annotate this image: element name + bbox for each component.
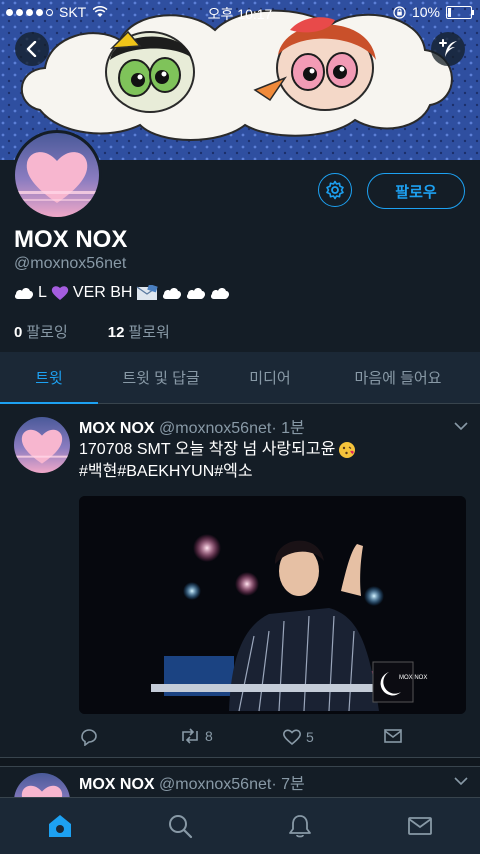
bottom-tab-bar xyxy=(0,797,480,854)
tweet-text-line1: 170708 SMT 오늘 착장 넘 사랑되고윤 xyxy=(79,441,336,458)
tweet-actions: 8 5 xyxy=(79,728,419,750)
cloud-emoji-icon xyxy=(211,288,230,299)
compose-tweet-button[interactable] xyxy=(431,32,465,66)
tweet-time: · 7분 xyxy=(271,776,305,793)
nav-messages[interactable] xyxy=(360,798,480,854)
search-icon xyxy=(169,815,193,839)
tab-tweets[interactable]: 트윗 xyxy=(0,352,98,404)
character-green xyxy=(105,30,195,113)
gear-icon xyxy=(326,180,344,200)
profile-bio: L VER BH xyxy=(14,284,230,302)
tweet-author-handle: @moxnox56net xyxy=(159,420,272,437)
nav-notifications[interactable] xyxy=(240,798,360,854)
followers-label: 팔로워 xyxy=(128,324,170,341)
tweet-media-image[interactable]: MOX NOX xyxy=(79,496,466,714)
tweet-text: 170708 SMT 오늘 착장 넘 사랑되고윤 #백현#BAEKHYUN#엑소 xyxy=(79,439,356,483)
retweet-count: 8 xyxy=(205,728,213,744)
follow-button[interactable]: 팔로우 xyxy=(367,173,465,209)
tweet-header: MOX NOX @moxnox56net· 7분 xyxy=(79,770,305,794)
nav-home[interactable] xyxy=(0,798,120,854)
media-watermark: MOX NOX xyxy=(399,675,427,681)
following-label: 팔로잉 xyxy=(26,324,68,341)
nav-search[interactable] xyxy=(120,798,240,854)
settings-button[interactable] xyxy=(318,173,352,207)
following-count: 0 xyxy=(14,324,23,341)
followers-link[interactable]: 12 팔로워 xyxy=(108,321,170,342)
cloud-emoji-icon xyxy=(187,288,206,299)
tweet-header: MOX NOX @moxnox56net· 1분 xyxy=(79,414,305,438)
status-right: 10% xyxy=(393,4,474,20)
like-count: 5 xyxy=(306,729,314,745)
retweet-button[interactable]: 8 xyxy=(179,728,213,744)
heart-icon xyxy=(283,729,301,746)
bio-text-l: L xyxy=(38,284,47,301)
following-link[interactable]: 0 팔로잉 xyxy=(14,321,68,342)
profile-avatar[interactable] xyxy=(12,130,102,220)
reply-icon xyxy=(81,729,97,746)
cloud-emoji-icon xyxy=(14,288,34,299)
tweet-author-name: MOX NOX xyxy=(79,776,155,793)
like-button[interactable]: 5 xyxy=(282,728,314,746)
profile-name: MOX NOX xyxy=(14,226,128,253)
heart-avatar-image xyxy=(15,133,99,217)
compose-feather-icon xyxy=(439,39,457,57)
tweet-author-name: MOX NOX xyxy=(79,420,155,437)
home-icon xyxy=(49,815,71,837)
tab-likes[interactable]: 마음에 들어요 xyxy=(316,352,480,403)
purple-heart-icon xyxy=(51,286,69,300)
retweet-icon xyxy=(182,728,198,744)
back-button[interactable] xyxy=(15,32,49,66)
direct-message-button[interactable] xyxy=(383,728,403,744)
chevron-down-icon[interactable] xyxy=(454,774,468,788)
chevron-left-icon xyxy=(26,41,37,57)
followers-count: 12 xyxy=(107,324,125,341)
cloud-emoji-icon xyxy=(163,288,182,299)
reply-button[interactable] xyxy=(79,728,99,746)
tab-media[interactable]: 미디어 xyxy=(224,352,316,403)
battery-percent: 10% xyxy=(411,4,440,20)
profile-handle: @moxnox56net xyxy=(14,255,127,272)
tweet-hashtags[interactable]: #백현#BAEKHYUN#엑소 xyxy=(79,461,356,483)
bio-text-ver: VER BH xyxy=(72,284,133,301)
tweet-time: · 1분 xyxy=(271,420,305,437)
tweet-author-handle: @moxnox56net xyxy=(159,776,272,793)
tab-tweets-replies[interactable]: 트윗 및 답글 xyxy=(98,352,224,403)
bell-icon xyxy=(289,815,311,838)
envelope-emoji-icon xyxy=(137,285,159,300)
chevron-down-icon[interactable] xyxy=(454,419,468,433)
concert-photo: MOX NOX xyxy=(79,496,466,714)
tweet-avatar[interactable] xyxy=(14,417,70,473)
tweet-divider xyxy=(0,757,480,767)
kiss-emoji-icon xyxy=(339,442,356,458)
profile-stats: 0 팔로잉 12 팔로워 xyxy=(14,321,170,342)
orientation-lock-icon xyxy=(393,5,406,19)
envelope-icon xyxy=(384,729,402,743)
profile-tabs: 트윗 트윗 및 답글 미디어 마음에 들어요 xyxy=(0,352,480,404)
battery-icon xyxy=(446,5,474,19)
status-bar: SKT 오후 10:17 10% xyxy=(0,0,480,24)
envelope-icon xyxy=(408,817,432,835)
heart-avatar-image xyxy=(14,417,70,473)
